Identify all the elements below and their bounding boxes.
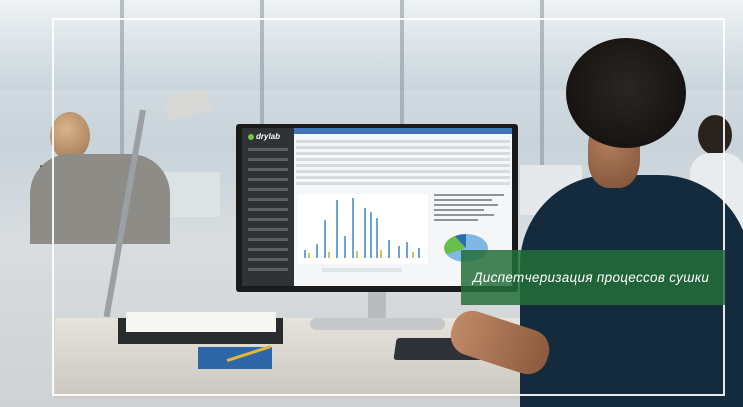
office-photo: drylab Диспетчеризация процессов сушки bbox=[0, 0, 743, 407]
frame-border bbox=[52, 18, 725, 396]
banner-caption: Диспетчеризация процессов сушки bbox=[473, 270, 710, 285]
caption-banner: Диспетчеризация процессов сушки bbox=[461, 250, 725, 305]
